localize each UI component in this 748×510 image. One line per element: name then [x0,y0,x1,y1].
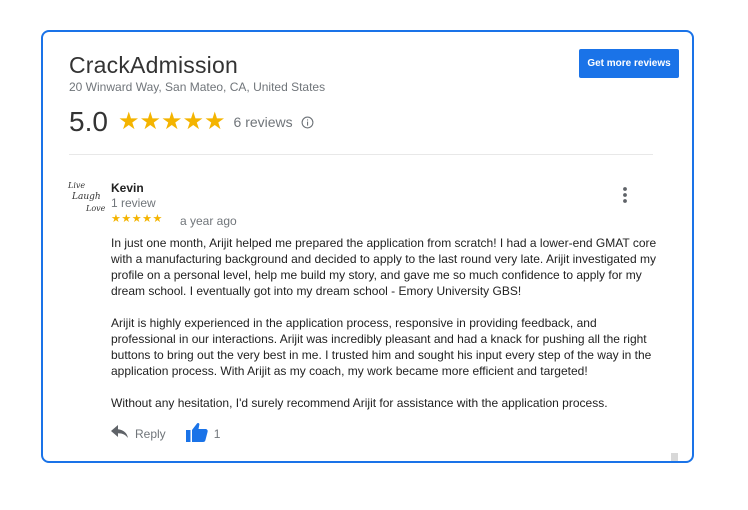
review-stars: ★★★★★ [111,213,163,225]
reviewer-review-count: 1 review [111,196,156,210]
reply-icon [111,424,129,444]
review-age: a year ago [180,214,237,228]
info-icon[interactable] [301,116,314,129]
reply-label: Reply [135,427,166,441]
reviewer-name[interactable]: Kevin [111,181,144,195]
review-paragraph: Arijit is highly experienced in the appl… [111,316,652,378]
review-count[interactable]: 6 reviews [234,114,293,130]
get-more-reviews-button[interactable]: Get more reviews [579,49,679,78]
review-text: In just one month, Arijit helped me prep… [111,235,658,427]
rating-value: 5.0 [69,106,108,137]
review-paragraph: In just one month, Arijit helped me prep… [111,236,657,298]
review-paragraph: Without any hesitation, I'd surely recom… [111,396,608,410]
divider [69,154,653,155]
business-name: CrackAdmission [69,52,238,78]
avatar[interactable]: Live Laugh Love [68,181,105,217]
thumbs-up-icon [185,422,208,447]
more-vert-icon[interactable] [620,186,630,204]
rating-stars: ★★★★★ [117,108,226,135]
review-actions: Reply 1 [111,422,221,447]
reply-button[interactable]: Reply [111,424,166,444]
rating-summary: 5.0 ★★★★★ 6 reviews [69,104,314,140]
business-address: 20 Winward Way, San Mateo, CA, United St… [69,80,326,94]
scrollbar-thumb[interactable] [671,453,678,461]
like-count: 1 [213,427,221,441]
reviews-card: CrackAdmission 20 Winward Way, San Mateo… [41,30,694,463]
like-button[interactable]: 1 [185,422,221,447]
